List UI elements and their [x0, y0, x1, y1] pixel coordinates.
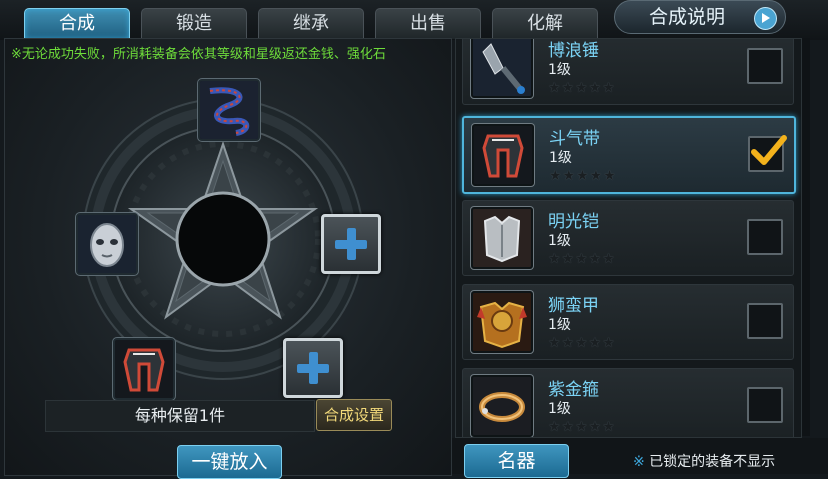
synthesis-panel: ※无论成功失败，所消耗装备会依其等级和星级返还金钱、强化石 每种保留1件 合成设…	[4, 38, 452, 479]
item-icon-box	[471, 291, 533, 353]
synthesis-ring	[70, 79, 381, 400]
slot-add-right[interactable]	[321, 214, 381, 274]
item-stars: ★★★★★	[548, 251, 616, 267]
item-stars: ★★★★★	[548, 335, 616, 351]
synthesis-help-button[interactable]: 合成说明	[614, 0, 786, 34]
item-level: 1级	[548, 401, 571, 417]
tab-synthesize[interactable]: 合成	[24, 8, 130, 39]
item-level: 1级	[548, 317, 571, 333]
list-item[interactable]: 明光铠 1级 ★★★★★	[462, 200, 794, 276]
equipment-list[interactable]: 博浪锤 1级 ★★★★★ 斗气带 1级 ★★★★★ 明光铠 1级 ★★★★★ 狮…	[455, 38, 802, 438]
item-name: 斗气带	[549, 129, 600, 149]
list-scrollbar[interactable]	[802, 38, 810, 436]
silver-mask-icon	[78, 215, 136, 273]
locked-note-text: 已锁定的装备不显示	[649, 454, 776, 470]
tab-sell[interactable]: 出售	[375, 8, 481, 39]
item-checkbox[interactable]	[747, 219, 783, 255]
item-level: 1级	[548, 233, 571, 249]
locked-items-note: ※ 已锁定的装备不显示	[633, 451, 775, 471]
checkmark-icon	[751, 135, 787, 165]
item-stars: ★★★★★	[548, 80, 616, 96]
ring-icon	[473, 377, 531, 435]
item-icon-box	[471, 207, 533, 269]
slot-helmet[interactable]	[113, 338, 175, 400]
item-checkbox[interactable]	[747, 48, 783, 84]
list-item[interactable]: 斗气带 1级 ★★★★★	[462, 116, 796, 194]
refund-notice: ※无论成功失败，所消耗装备会依其等级和星级返还金钱、强化石	[11, 47, 386, 62]
slot-add-bottom[interactable]	[283, 338, 343, 398]
mace-icon	[473, 39, 531, 96]
list-item[interactable]: 狮蛮甲 1级 ★★★★★	[462, 284, 794, 360]
slot-rope-chain[interactable]	[198, 79, 260, 141]
item-checkbox[interactable]	[747, 303, 783, 339]
item-icon-box	[471, 39, 533, 98]
famous-equipment-button[interactable]: 名器	[464, 444, 569, 478]
item-stars: ★★★★★	[548, 419, 616, 435]
item-level: 1级	[548, 62, 571, 78]
tab-inherit[interactable]: 继承	[258, 8, 364, 39]
tab-dissolve[interactable]: 化解	[492, 8, 598, 39]
list-item[interactable]: 博浪锤 1级 ★★★★★	[462, 39, 794, 105]
list-item[interactable]: 紫金箍 1级 ★★★★★	[462, 368, 794, 437]
item-checkbox[interactable]	[748, 135, 787, 172]
item-checkbox[interactable]	[747, 387, 783, 423]
tab-forge[interactable]: 锻造	[141, 8, 247, 39]
help-button-label: 合成说明	[649, 6, 726, 28]
item-name: 狮蛮甲	[548, 296, 599, 316]
breastplate-icon	[473, 209, 531, 267]
rope-chain-icon	[200, 81, 258, 139]
lion-armor-icon	[473, 293, 531, 351]
item-name: 明光铠	[548, 212, 599, 232]
synthesis-settings-button[interactable]: 合成设置	[316, 399, 392, 431]
keep-count-label: 每种保留1件	[45, 400, 315, 432]
play-arrow-icon	[754, 7, 777, 30]
item-icon-box	[472, 124, 534, 186]
item-stars: ★★★★★	[549, 168, 617, 184]
helmet-icon	[474, 126, 532, 184]
helmet-icon	[115, 340, 173, 398]
slot-silver-mask[interactable]	[76, 213, 138, 275]
item-name: 紫金箍	[548, 380, 599, 400]
note-mark-icon: ※	[633, 454, 645, 470]
item-level: 1级	[549, 150, 572, 166]
item-icon-box	[471, 375, 533, 437]
item-name: 博浪锤	[548, 41, 599, 61]
